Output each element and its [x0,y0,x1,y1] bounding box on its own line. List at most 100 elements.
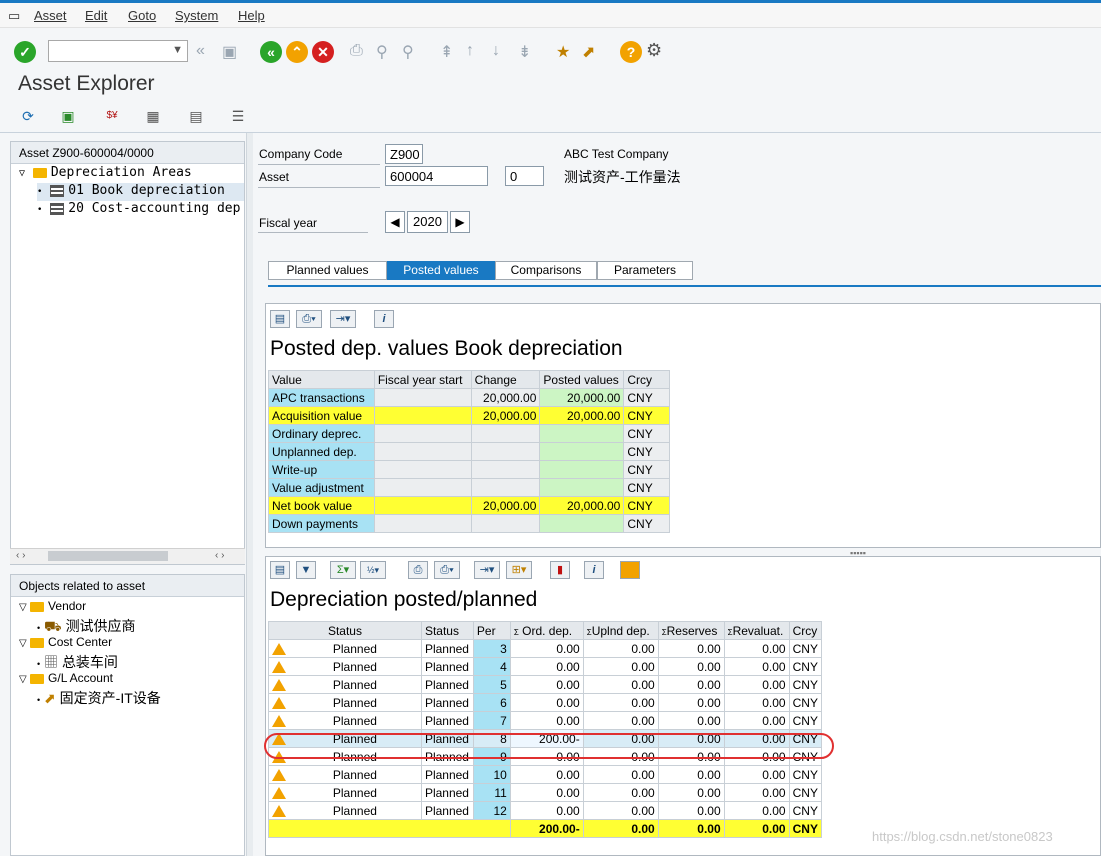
tree-node-cost-center[interactable]: ▽ Cost Center [19,635,112,653]
table-row[interactable]: Planned Planned 4 0.00 0.00 0.00 0.00 CNY [268,657,823,676]
details-icon[interactable]: ▤ [270,561,290,579]
previous-year-button[interactable]: ◀ [385,211,405,233]
cell-fiscal-year-start [373,388,472,407]
double-chevron-left-icon[interactable]: « [196,42,205,60]
tree-item-cost-center[interactable]: • ▦ 总装车间 [37,652,118,670]
column-header-value[interactable]: Value [268,370,375,389]
tab-parameters[interactable]: Parameters [597,261,693,280]
tab-comparisons[interactable]: Comparisons [495,261,597,280]
tree-item-vendor[interactable]: • ⛟ 测试供应商 [37,616,136,634]
table-row[interactable]: Down payments CNY [268,514,670,533]
table-row[interactable]: Planned Planned 12 0.00 0.00 0.00 0.00 CNY [268,801,823,820]
table-row[interactable]: Planned Planned 11 0.00 0.00 0.00 0.00 CNY [268,783,823,802]
pane-splitter[interactable] [246,133,253,856]
table-row[interactable]: Unplanned dep. CNY [268,442,670,461]
table-row[interactable]: Write-up CNY [268,460,670,479]
scroll-left-icon[interactable]: ‹ › [16,550,25,561]
menu-goto[interactable]: Goto [128,8,156,23]
column-header-fiscal-year-start[interactable]: Fiscal year start [373,370,472,389]
list-icon[interactable]: ☰ [228,106,248,126]
column-header-revaluation[interactable]: ΣRevaluat. [723,621,790,640]
column-header-change[interactable]: Change [470,370,541,389]
print-icon[interactable]: ⎙ [408,561,428,579]
column-header-reserves[interactable]: ΣReserves [657,621,725,640]
exit-icon[interactable]: ⌃ [286,41,308,63]
note-icon[interactable] [620,561,640,579]
column-header-crcy[interactable]: Crcy [623,370,670,389]
first-page-icon[interactable]: ⇞ [440,42,453,62]
menu-icon[interactable]: ▭ [8,8,20,24]
subtotal-icon[interactable]: ½▾ [360,561,386,579]
scroll-thumb[interactable] [48,551,168,561]
gear-icon[interactable]: ⚙ [646,40,662,61]
filter-icon[interactable]: ▼ [296,561,316,579]
print-preview-icon[interactable]: ⎙▾ [434,561,460,579]
column-header-ord-dep[interactable]: Σ Ord. dep. [509,621,584,640]
sum-icon[interactable]: Σ▾ [330,561,356,579]
column-header-status[interactable]: Status [420,621,474,640]
next-year-button[interactable]: ▶ [450,211,470,233]
help-icon[interactable]: ? [620,41,642,63]
tree-item-01-book-depreciation[interactable]: • 01 Book depreciation [37,183,244,201]
enter-check-icon[interactable]: ✓ [14,41,36,63]
menu-system[interactable]: System [175,8,218,23]
save-icon[interactable]: ▣ [222,42,237,62]
tree-item-20-cost-accounting[interactable]: • 20 Cost-accounting dep [37,201,240,219]
table-row[interactable]: Planned Planned 10 0.00 0.00 0.00 0.00 CNY [268,765,823,784]
cell-unplanned-dep: 0.00 [582,657,659,676]
tree-item-gl-account[interactable]: • ⬈ 固定资产-IT设备 [37,688,161,706]
expand-icon[interactable]: ▽ [19,168,25,179]
export-icon[interactable]: ⇥▾ [330,310,356,328]
settings-icon[interactable]: ▤ [186,106,206,126]
column-header-status-icon[interactable]: Status [268,621,422,640]
info-icon[interactable]: i [374,310,394,328]
table-row[interactable]: Net book value 20,000.00 20,000.00 CNY [268,496,670,515]
table-row[interactable]: Ordinary deprec. CNY [268,424,670,443]
details-icon[interactable]: ▤ [270,310,290,328]
previous-page-icon[interactable]: ↑ [466,42,474,60]
command-field[interactable]: ▼ [48,40,188,62]
menu-edit[interactable]: Edit [85,8,107,23]
find-next-icon[interactable]: ⚲ [402,42,414,62]
table-row[interactable]: Planned Planned 7 0.00 0.00 0.00 0.00 CNY [268,711,823,730]
chart-icon[interactable]: ▮ [550,561,570,579]
scroll-right-icon[interactable]: ‹ › [215,550,224,561]
table-row[interactable]: Value adjustment CNY [268,478,670,497]
refresh-icon[interactable]: ⟳ [18,106,38,126]
value-display-icon[interactable]: $¥ [102,106,122,126]
last-page-icon[interactable]: ⇟ [518,42,531,62]
next-page-icon[interactable]: ↓ [492,42,500,60]
tab-posted-values[interactable]: Posted values [387,261,495,280]
table-row[interactable]: Planned Planned 3 0.00 0.00 0.00 0.00 CNY [268,639,823,658]
menu-help[interactable]: Help [238,8,265,23]
column-header-posted-values[interactable]: Posted values [539,370,625,389]
export-icon[interactable]: ⇥▾ [474,561,500,579]
menu-asset[interactable]: Asset [34,8,67,23]
table-row[interactable]: APC transactions 20,000.00 20,000.00 CNY [268,388,670,407]
table-row[interactable]: Planned Planned 5 0.00 0.00 0.00 0.00 CNY [268,675,823,694]
back-icon[interactable]: « [260,41,282,63]
find-icon[interactable]: ⚲ [376,42,388,62]
table-row[interactable]: Planned Planned 6 0.00 0.00 0.00 0.00 CNY [268,693,823,712]
horizontal-scrollbar[interactable]: ‹ › ‹ › [10,548,245,564]
structure-icon[interactable]: ▦ [143,106,163,126]
tree-node-vendor[interactable]: ▽ Vendor [19,599,86,617]
create-session-icon[interactable]: ★ [556,42,570,62]
display-change-icon[interactable]: ▣ [58,106,78,126]
tree-node-depreciation-areas[interactable]: ▽ Depreciation Areas [19,165,192,183]
cancel-icon[interactable]: ✕ [312,41,334,63]
cell-status-2: Planned [420,801,474,820]
table-row[interactable]: Acquisition value 20,000.00 20,000.00 CNY [268,406,670,425]
fiscal-year-field[interactable]: 2020 [407,211,448,233]
column-header-crcy[interactable]: Crcy [788,621,823,640]
chevron-down-icon[interactable]: ▼ [172,44,183,56]
layout-icon[interactable]: ⊞▾ [506,561,532,579]
column-header-unplanned-dep[interactable]: ΣUplnd dep. [582,621,659,640]
shortcut-icon[interactable]: ⬈ [582,42,595,62]
tab-planned-values[interactable]: Planned values [268,261,387,280]
info-icon[interactable]: i [584,561,604,579]
print-icon[interactable]: ⎙ [350,42,363,60]
column-header-period[interactable]: Per [472,621,511,640]
print-preview-icon[interactable]: ⎙▾ [296,310,322,328]
tree-node-gl-account[interactable]: ▽ G/L Account [19,671,113,689]
